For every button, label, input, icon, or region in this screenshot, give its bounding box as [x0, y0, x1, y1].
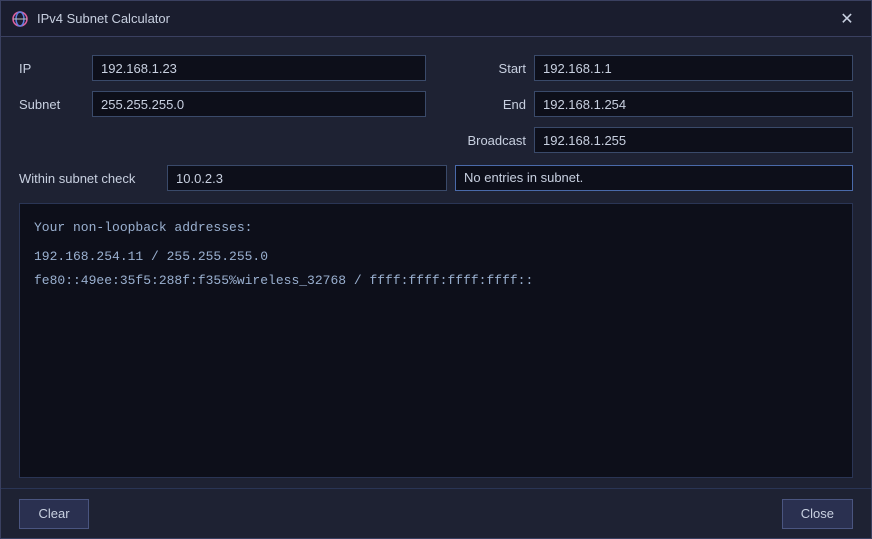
end-input[interactable] [534, 91, 853, 117]
within-subnet-section: Within subnet check No entries in subnet… [19, 165, 853, 191]
main-window: IPv4 Subnet Calculator ✕ IP Subnet S [0, 0, 872, 539]
window-close-button[interactable]: ✕ [833, 5, 861, 33]
ip-input[interactable] [92, 55, 426, 81]
subnet-label: Subnet [19, 97, 84, 112]
info-line1: 192.168.254.11 / 255.255.255.0 [34, 245, 838, 268]
broadcast-label: Broadcast [446, 133, 526, 148]
app-icon [11, 10, 29, 28]
end-row: End [446, 91, 853, 117]
start-row: Start [446, 55, 853, 81]
top-section: IP Subnet Start End Br [19, 55, 853, 153]
footer: Clear Close [1, 488, 871, 538]
broadcast-row: Broadcast [446, 127, 853, 153]
within-subnet-input[interactable] [167, 165, 447, 191]
clear-button[interactable]: Clear [19, 499, 89, 529]
subnet-row: Subnet [19, 91, 426, 117]
subnet-input[interactable] [92, 91, 426, 117]
ip-label: IP [19, 61, 84, 76]
content-area: IP Subnet Start End Br [1, 37, 871, 488]
right-fields: Start End Broadcast [446, 55, 853, 153]
start-input[interactable] [534, 55, 853, 81]
title-bar-left: IPv4 Subnet Calculator [11, 10, 170, 28]
title-bar: IPv4 Subnet Calculator ✕ [1, 1, 871, 37]
broadcast-input[interactable] [534, 127, 853, 153]
info-box: Your non-loopback addresses: 192.168.254… [19, 203, 853, 478]
info-line2: fe80::49ee:35f5:288f:f355%wireless_32768… [34, 269, 838, 292]
left-fields: IP Subnet [19, 55, 426, 153]
end-label: End [446, 97, 526, 112]
ip-row: IP [19, 55, 426, 81]
close-button[interactable]: Close [782, 499, 853, 529]
info-header: Your non-loopback addresses: [34, 216, 838, 239]
window-title: IPv4 Subnet Calculator [37, 11, 170, 26]
start-label: Start [446, 61, 526, 76]
within-subnet-label: Within subnet check [19, 171, 159, 186]
subnet-result: No entries in subnet. [455, 165, 853, 191]
